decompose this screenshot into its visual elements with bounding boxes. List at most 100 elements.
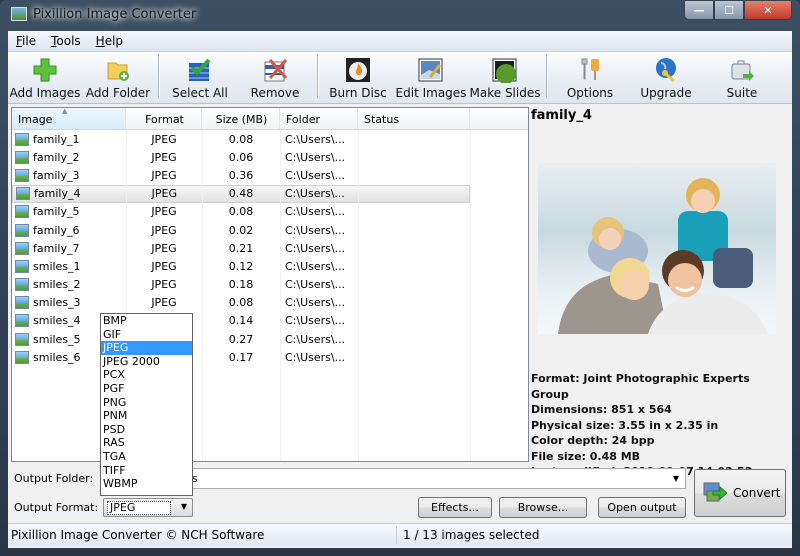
dropdown-option[interactable]: JPEG 2000 <box>101 355 192 369</box>
suite-label: Suite <box>726 86 758 100</box>
maximize-button[interactable]: ☐ <box>714 0 744 20</box>
dropdown-option[interactable]: PNM <box>101 409 192 423</box>
table-row[interactable]: smiles_4JPEG0.14C:\Users\... <box>12 312 528 330</box>
table-row[interactable]: smiles_3 JPEG 0.08 C:\Users\... <box>12 294 528 312</box>
cell-folder: C:\Users\... <box>285 332 346 346</box>
info-dimensions: Dimensions: 851 x 564 <box>531 403 672 416</box>
suite-button[interactable]: Suite <box>703 52 781 100</box>
dropdown-option[interactable]: TIFF <box>101 464 192 478</box>
table-row[interactable]: family_7 JPEG 0.21 C:\Users\... <box>12 239 528 257</box>
table-row[interactable]: family_2 JPEG 0.06 C:\Users\... <box>12 148 528 166</box>
output-format-value: JPEG <box>107 501 171 515</box>
image-name: smiles_2 <box>33 278 81 292</box>
table-row[interactable]: family_3 JPEG 0.36 C:\Users\... <box>12 166 528 184</box>
cell-image: family_6 <box>12 223 126 237</box>
dropdown-option[interactable]: WBMP <box>101 477 192 491</box>
image-name: family_2 <box>33 150 80 164</box>
column-divider <box>202 130 203 461</box>
cell-format: JPEG <box>151 223 177 237</box>
column-header-image[interactable]: ▲ Image <box>12 107 126 129</box>
dropdown-option[interactable]: RAS <box>101 436 192 450</box>
status-bar: Pixillion Image Converter © NCH Software… <box>8 523 792 546</box>
table-row[interactable]: family_5 JPEG 0.08 C:\Users\... <box>12 203 528 221</box>
chevron-down-icon[interactable]: ▼ <box>673 474 679 483</box>
dropdown-option[interactable]: TGA <box>101 450 192 464</box>
select-all-button[interactable]: Select All <box>163 52 237 100</box>
dropdown-option[interactable]: PNG <box>101 396 192 410</box>
column-header-size[interactable]: Size (MB) <box>202 108 280 129</box>
image-name: family_3 <box>33 168 80 182</box>
dropdown-option[interactable]: PGF <box>101 382 192 396</box>
column-divider <box>280 130 281 461</box>
make-slides-label: Make Slides <box>469 86 541 100</box>
close-icon: ✕ <box>763 3 773 17</box>
image-name: smiles_5 <box>33 332 81 346</box>
column-header-folder[interactable]: Folder <box>280 108 358 129</box>
table-row[interactable]: family_1 JPEG 0.08 C:\Users\... <box>12 130 528 148</box>
make-slides-button[interactable]: Make Slides <box>468 52 542 100</box>
close-button[interactable]: ✕ <box>744 0 792 20</box>
edit-images-icon <box>418 57 444 83</box>
options-button[interactable]: Options <box>551 52 629 100</box>
dropdown-option[interactable]: PSD <box>101 423 192 437</box>
status-divider <box>396 526 397 544</box>
convert-button[interactable]: Convert <box>694 469 786 517</box>
table-row[interactable]: family_4 JPEG 0.48 C:\Users\... <box>12 184 470 203</box>
cell-folder: C:\Users\... <box>285 223 346 237</box>
image-name: family_1 <box>33 132 80 146</box>
dropdown-option[interactable]: GIF <box>101 328 192 342</box>
cell-folder: C:\Users\... <box>285 350 346 364</box>
burn-disc-button[interactable]: Burn Disc <box>322 52 394 100</box>
output-format-select[interactable]: JPEG ▼ <box>103 498 193 517</box>
add-folder-button[interactable]: Add Folder <box>82 52 154 100</box>
cell-size: 0.06 <box>228 150 254 164</box>
add-folder-label: Add Folder <box>85 86 151 100</box>
open-output-button[interactable]: Open output <box>598 497 686 518</box>
column-header-status[interactable]: Status <box>358 108 470 129</box>
dropdown-option[interactable]: BMP <box>101 314 192 328</box>
cell-folder: C:\Users\... <box>285 259 346 273</box>
image-name: family_5 <box>33 205 80 219</box>
table-row[interactable]: smiles_1 JPEG 0.12 C:\Users\... <box>12 257 528 275</box>
status-selection-count: 1 / 13 images selected <box>403 528 540 542</box>
cell-format: JPEG <box>151 187 177 201</box>
column-header-format-label: Format <box>145 113 184 126</box>
cell-size: 0.12 <box>228 259 254 273</box>
cell-size: 0.36 <box>228 168 254 182</box>
menu-tools[interactable]: Tools <box>43 34 88 48</box>
cell-folder: C:\Users\... <box>285 168 346 182</box>
image-file-icon <box>15 278 29 292</box>
table-row[interactable]: smiles_5JPEG0.27C:\Users\... <box>12 330 528 348</box>
column-header-format[interactable]: Format <box>126 108 202 129</box>
info-color-depth: Color depth: 24 bpp <box>531 434 655 447</box>
select-all-label: Select All <box>172 86 228 100</box>
dropdown-option[interactable]: JPEG <box>101 341 192 355</box>
image-name: smiles_6 <box>33 350 81 364</box>
table-row[interactable]: smiles_6JPEG0.17C:\Users\... <box>12 348 528 366</box>
image-name: family_7 <box>33 241 80 255</box>
edit-images-button[interactable]: Edit Images <box>394 52 468 100</box>
preview-image <box>538 163 776 334</box>
title-bar[interactable]: Pixillion Image Converter — ☐ ✕ <box>0 0 800 31</box>
cell-image: family_7 <box>12 241 126 255</box>
caption-buttons: — ☐ ✕ <box>684 0 792 20</box>
upgrade-button[interactable]: Upgrade <box>629 52 703 100</box>
menu-file[interactable]: File <box>8 34 43 48</box>
effects-button[interactable]: Effects... <box>418 497 492 518</box>
cell-format: JPEG <box>151 241 177 255</box>
menu-help[interactable]: Help <box>88 34 130 48</box>
minimize-button[interactable]: — <box>684 0 714 20</box>
table-row[interactable]: family_6 JPEG 0.02 C:\Users\... <box>12 221 528 239</box>
output-format-dropdown[interactable]: BMP GIF JPEG JPEG 2000 PCX PGF PNG PNM PSD RAS TGA… <box>100 313 193 496</box>
dropdown-option[interactable]: PCX <box>101 368 192 382</box>
remove-button[interactable]: Remove <box>237 52 313 100</box>
browse-button[interactable]: Browse... <box>499 497 587 518</box>
add-images-icon <box>32 57 58 83</box>
table-row[interactable]: smiles_2 JPEG 0.18 C:\Users\... <box>12 276 528 294</box>
cell-size: 0.48 <box>228 187 254 201</box>
cell-image: family_3 <box>12 168 126 182</box>
image-list[interactable]: ▲ Image Format Size (MB) Folder Status fa… <box>11 107 529 462</box>
column-header-status-label: Status <box>364 113 400 126</box>
convert-icon <box>703 482 728 504</box>
add-images-button[interactable]: Add Images <box>8 52 82 100</box>
